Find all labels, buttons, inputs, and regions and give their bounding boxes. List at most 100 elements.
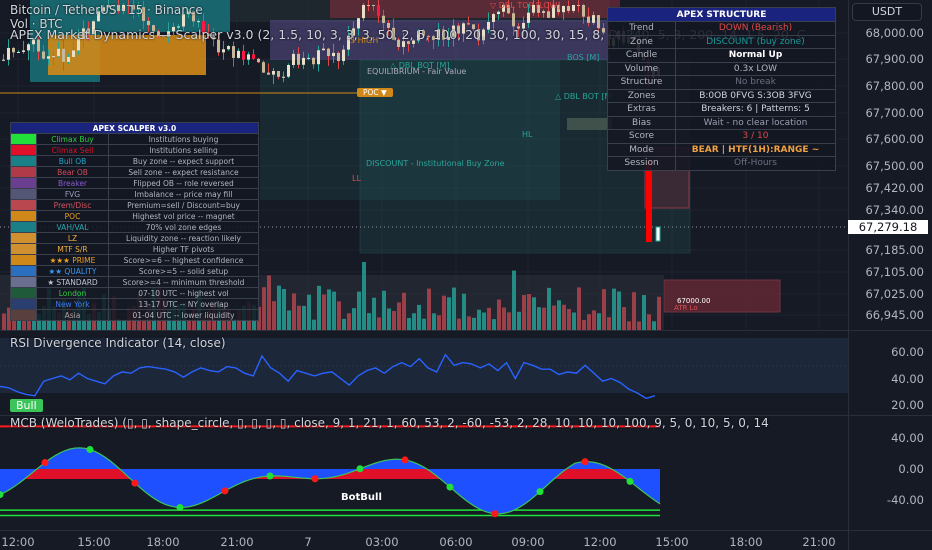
structure-row-value: No break xyxy=(675,75,836,90)
scalper-row-desc: Premium=sell / Discount=buy xyxy=(108,199,259,211)
mcb-axis-label: -40.00 xyxy=(886,493,924,507)
color-swatch xyxy=(10,177,37,189)
volume-bar xyxy=(592,310,596,330)
candle-body xyxy=(372,5,375,6)
color-swatch xyxy=(10,309,37,321)
candle-body xyxy=(277,71,280,77)
candle-body xyxy=(327,48,330,57)
price-axis-label: 67,900.00 xyxy=(865,52,924,66)
scalper-row-desc: Liquidity zone -- reaction likely xyxy=(108,232,259,244)
mcb-dot xyxy=(356,465,364,473)
time-axis-label: 03:00 xyxy=(365,535,399,549)
candle-body xyxy=(547,11,550,18)
scalper-row-name: FVG xyxy=(36,188,109,200)
symbol-legend[interactable]: Bitcoin / TetherUS · 15 · Binance xyxy=(10,3,203,17)
volume-bar xyxy=(347,313,351,330)
volume-bar xyxy=(512,270,516,330)
volume-bar xyxy=(407,317,411,330)
volume-bar xyxy=(492,319,496,330)
candle-body xyxy=(655,226,661,242)
scalper-row-name: MTF S/R xyxy=(36,243,109,255)
volume-bar xyxy=(382,290,386,330)
color-swatch xyxy=(10,144,37,156)
candle-body xyxy=(287,64,290,77)
candle-body xyxy=(367,5,370,6)
volume-bar xyxy=(557,300,561,330)
scalper-row: Bull OB Buy zone -- expect support xyxy=(10,155,259,167)
volume-bar xyxy=(637,321,641,330)
structure-row: Zones B:0OB 0FVG S:3OB 3FVG xyxy=(607,88,836,103)
candle-body xyxy=(317,50,320,65)
dbl-bot-label-2: △ DBL BOT [M xyxy=(555,92,612,101)
volume-bar xyxy=(297,305,301,330)
candle-body xyxy=(332,52,335,57)
volume-bar xyxy=(617,291,621,330)
candle-body xyxy=(257,58,260,63)
time-axis-label: 06:00 xyxy=(439,535,473,549)
candle-body xyxy=(302,57,305,65)
structure-row-label: Volume xyxy=(607,61,676,76)
price-axis-label: 67,105.00 xyxy=(865,265,924,279)
candle-body xyxy=(567,6,570,11)
rsi-legend[interactable]: RSI Divergence Indicator (14, close) xyxy=(10,336,226,350)
candle-body xyxy=(22,50,25,52)
scalper-row-desc: Sell zone -- expect resistance xyxy=(108,166,259,178)
scalper-row-name: Prem/Disc xyxy=(36,199,109,211)
candle-body xyxy=(497,11,500,15)
color-swatch xyxy=(10,276,37,288)
volume-bar xyxy=(262,287,266,330)
volume-bar xyxy=(277,285,281,330)
scalper-row-name: ★★ QUALITY xyxy=(36,265,109,277)
time-axis-label: 12:00 xyxy=(1,535,35,549)
mcb-dot xyxy=(491,510,499,518)
scalper-row: Bear OB Sell zone -- expect resistance xyxy=(10,166,259,178)
price-axis-label: 68,000.00 xyxy=(865,26,924,40)
volume-bar xyxy=(292,293,296,330)
candle-body xyxy=(67,56,70,62)
time-axis-label: 21:00 xyxy=(220,535,254,549)
time-axis-label: 15:00 xyxy=(655,535,689,549)
structure-row-value: Breakers: 6 | Patterns: 5 xyxy=(675,102,836,117)
dbl-top-label: ▽ DBL TOP [LOW] xyxy=(490,1,561,10)
structure-row: Score 3 / 10 xyxy=(607,129,836,144)
scalper-row-desc: Buy zone -- expect support xyxy=(108,155,259,167)
candle-body xyxy=(297,53,300,65)
mcb-dot xyxy=(86,446,94,454)
volume-bar xyxy=(502,307,506,330)
candle-body xyxy=(342,49,345,62)
color-swatch xyxy=(10,199,37,211)
volume-bar xyxy=(572,312,576,330)
mcb-dot xyxy=(176,503,184,511)
poc-tag[interactable]: POC ▼ xyxy=(357,88,393,97)
candle-body xyxy=(527,12,530,23)
volume-bar xyxy=(452,287,456,330)
structure-row-label: Zones xyxy=(607,88,676,103)
volume-bar xyxy=(472,317,476,330)
mcb-pane[interactable] xyxy=(0,416,848,530)
volume-bar xyxy=(562,304,566,330)
volume-bar xyxy=(282,288,286,330)
candle-body xyxy=(542,11,545,13)
volume-bar xyxy=(652,321,656,330)
structure-row: Trend DOWN (Bearish) xyxy=(607,21,836,36)
scalper-row-desc: 01-04 UTC -- lower liquidity xyxy=(108,309,259,321)
candle-body xyxy=(577,5,580,6)
structure-row-label: Candle xyxy=(607,48,676,63)
candle-body xyxy=(587,16,590,23)
volume-bar xyxy=(317,285,321,330)
volume-bar xyxy=(577,287,581,330)
volume-bar xyxy=(532,297,536,330)
structure-row-value: 0.3x LOW xyxy=(675,61,836,76)
scalper-row: London 07-10 UTC -- highest vol xyxy=(10,287,259,299)
mcb-dot xyxy=(626,477,634,485)
currency-selector[interactable]: USDT xyxy=(852,3,922,21)
volume-bar xyxy=(2,313,6,330)
mcb-legend[interactable]: MCB (WeloTrades) (▯, ▯, shape_circle, ▯,… xyxy=(10,416,769,430)
mcb-dot xyxy=(41,459,49,467)
equilibrium-label: EQUILIBRIUM - Fair Value xyxy=(367,67,467,76)
candle-body xyxy=(42,51,45,59)
structure-row-value: Off-Hours xyxy=(675,156,836,171)
candle-body xyxy=(62,48,65,62)
price-axis-label: 67,420.00 xyxy=(865,181,924,195)
time-axis-label: 09:00 xyxy=(511,535,545,549)
